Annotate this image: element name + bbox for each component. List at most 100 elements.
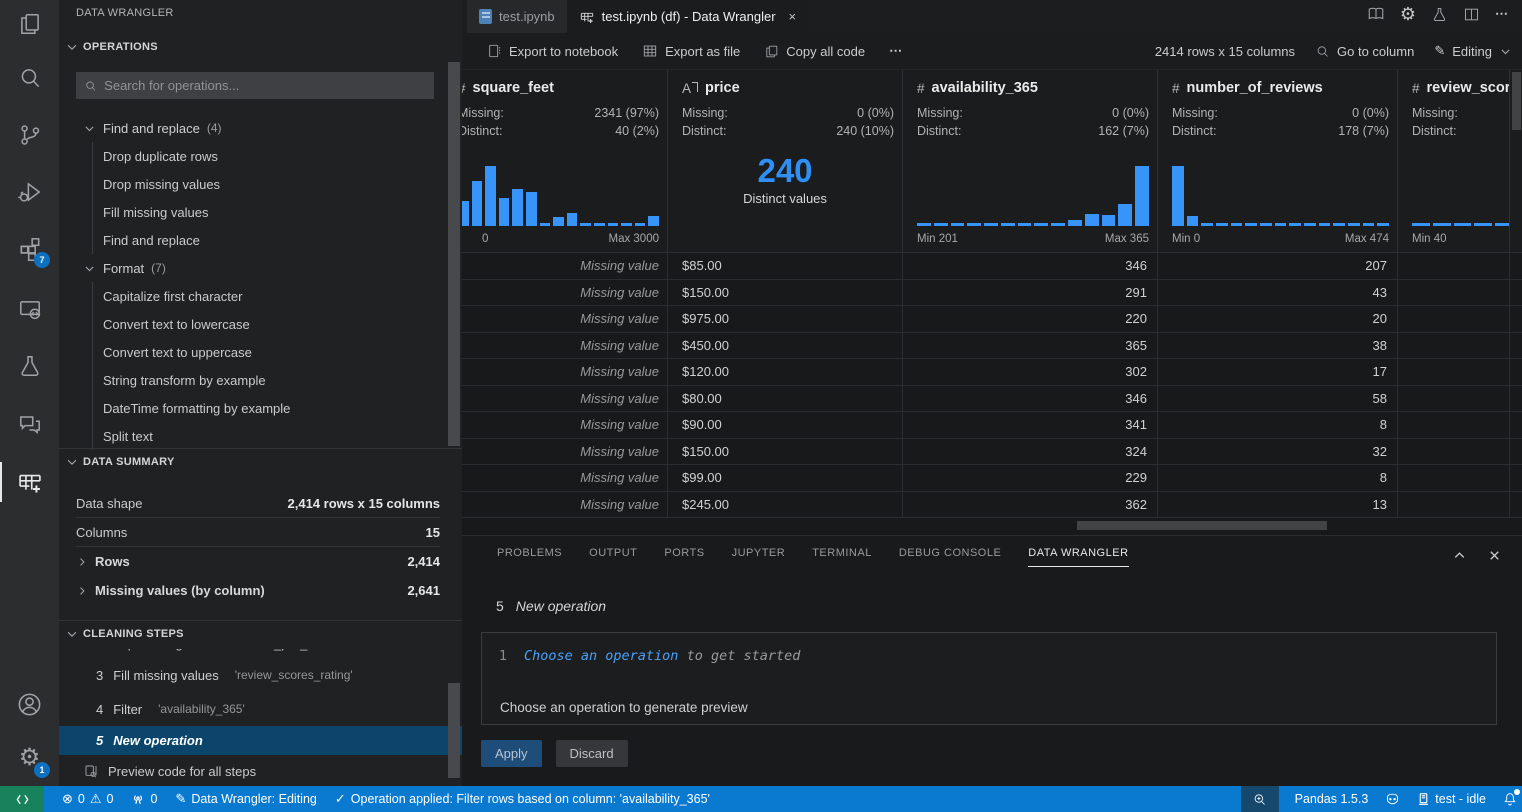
accounts-icon[interactable] — [0, 680, 59, 728]
op-item[interactable]: Drop duplicate rows — [93, 142, 462, 170]
data-wrangler-mode[interactable]: ✎ Data Wrangler: Editing — [175, 791, 316, 807]
toolbar-more-icon[interactable]: ⋯ — [889, 43, 904, 59]
export-to-notebook-button[interactable]: Export to notebook — [486, 43, 618, 59]
op-item[interactable]: String transform by example — [93, 366, 462, 394]
cleaning-step-5-new-operation[interactable]: 5 New operation — [59, 726, 462, 755]
pandas-version[interactable]: Pandas 1.5.3 — [1295, 792, 1369, 806]
tab-ports[interactable]: PORTS — [664, 547, 704, 567]
cell[interactable]: 13 — [1158, 492, 1398, 519]
more-actions-icon[interactable]: ⋯ — [1495, 6, 1510, 22]
cell[interactable] — [1398, 412, 1510, 439]
cell[interactable]: 220 — [903, 306, 1158, 333]
cell[interactable]: $85.00 — [668, 253, 903, 280]
cell[interactable]: $90.00 — [668, 412, 903, 439]
cell[interactable]: Missing value — [462, 492, 668, 519]
preview-code-button[interactable]: Preview code for all steps — [59, 755, 462, 787]
cell[interactable]: $245.00 — [668, 492, 903, 519]
sidebar-scrollbar[interactable] — [448, 62, 460, 446]
tab-output[interactable]: OUTPUT — [589, 547, 637, 567]
operation-status-message[interactable]: ✓ Operation applied: Filter rows based o… — [335, 791, 710, 807]
cell[interactable]: 207 — [1158, 253, 1398, 280]
op-item[interactable]: DateTime formatting by example — [93, 394, 462, 422]
close-tab-icon[interactable]: × — [789, 9, 797, 24]
column-header-price[interactable]: A price Missing:0 (0%) Distinct:240 (10%… — [668, 70, 903, 252]
cleaning-step-3[interactable]: 3 Fill missing values 'review_scores_rat… — [59, 658, 462, 692]
export-as-file-button[interactable]: Export as file — [642, 43, 740, 59]
cell[interactable]: 362 — [903, 492, 1158, 519]
cell[interactable]: Missing value — [462, 439, 668, 466]
run-debug-icon[interactable] — [0, 168, 59, 216]
op-item[interactable]: Find and replace — [93, 226, 462, 254]
op-group-format[interactable]: Format (7) — [59, 254, 462, 282]
data-summary-header[interactable]: DATA SUMMARY — [65, 455, 468, 469]
summary-row-rows[interactable]: Rows 2,414 — [76, 547, 440, 576]
cell[interactable]: 346 — [903, 386, 1158, 413]
cell[interactable]: 341 — [903, 412, 1158, 439]
column-header-square-feet[interactable]: # square_feet Missing:2341 (97%) Distinc… — [462, 70, 668, 252]
cell[interactable]: Missing value — [462, 386, 668, 413]
op-item[interactable]: Convert text to lowercase — [93, 310, 462, 338]
cell[interactable]: Missing value — [462, 412, 668, 439]
search-icon[interactable] — [0, 54, 59, 102]
cell[interactable] — [1398, 333, 1510, 360]
cell[interactable] — [1398, 386, 1510, 413]
cell[interactable]: Missing value — [462, 280, 668, 307]
cell[interactable]: Missing value — [462, 306, 668, 333]
cell[interactable]: Missing value — [462, 465, 668, 492]
cell[interactable]: 32 — [1158, 439, 1398, 466]
column-header-review-scores[interactable]: # review_scor Missing: Distinct: Min 40 — [1398, 70, 1510, 252]
tab-problems[interactable]: PROBLEMS — [497, 547, 562, 567]
extensions-icon[interactable]: 7 — [0, 224, 59, 272]
op-item[interactable]: Fill missing values — [93, 198, 462, 226]
problems-indicator[interactable]: ⊗ 0 ⚠ 0 — [62, 791, 113, 807]
cell[interactable]: 43 — [1158, 280, 1398, 307]
cell[interactable] — [1398, 306, 1510, 333]
chevron-up-icon[interactable] — [1452, 548, 1467, 563]
op-item[interactable]: Capitalize first character — [93, 282, 462, 310]
apply-button[interactable]: Apply — [481, 740, 542, 767]
horizontal-scrollbar[interactable] — [1077, 521, 1327, 530]
cell[interactable]: 365 — [903, 333, 1158, 360]
gear-icon[interactable]: ⚙ — [1400, 5, 1416, 23]
cleaning-steps-header[interactable]: CLEANING STEPS — [65, 627, 468, 641]
cell[interactable]: 324 — [903, 439, 1158, 466]
cell[interactable] — [1398, 280, 1510, 307]
cell[interactable]: Missing value — [462, 333, 668, 360]
cell[interactable]: 38 — [1158, 333, 1398, 360]
cell[interactable]: Missing value — [462, 253, 668, 280]
cell[interactable] — [1398, 465, 1510, 492]
cell[interactable] — [1398, 359, 1510, 386]
cell[interactable]: $975.00 — [668, 306, 903, 333]
cleaning-step-4[interactable]: 4 Filter 'availability_365' — [59, 692, 462, 726]
go-to-column-button[interactable]: Go to column — [1315, 44, 1414, 59]
explorer-icon[interactable] — [0, 0, 59, 48]
cell[interactable] — [1398, 439, 1510, 466]
source-control-icon[interactable] — [0, 111, 59, 159]
settings-gear-icon[interactable]: ⚙ 1 — [0, 734, 59, 782]
remote-explorer-icon[interactable] — [0, 286, 59, 334]
operation-code-editor[interactable]: 1 Choose an operation to get started Cho… — [481, 632, 1497, 725]
testing-icon[interactable] — [0, 342, 59, 390]
tab-data-wrangler[interactable]: test.ipynb (df) - Data Wrangler × — [567, 0, 808, 33]
beaker-icon[interactable] — [1431, 6, 1448, 23]
split-editor-icon[interactable] — [1463, 6, 1480, 23]
op-group-find-replace[interactable]: Find and replace (4) — [59, 114, 462, 142]
tab-terminal[interactable]: TERMINAL — [812, 547, 872, 567]
op-item[interactable]: Convert text to uppercase — [93, 338, 462, 366]
discard-button[interactable]: Discard — [556, 740, 628, 767]
data-wrangler-icon[interactable] — [0, 458, 59, 506]
open-book-icon[interactable] — [1367, 5, 1385, 23]
notifications-bell-icon[interactable] — [1502, 791, 1518, 807]
comments-icon[interactable] — [0, 400, 59, 448]
operations-search-input[interactable] — [104, 78, 426, 93]
cell[interactable]: 8 — [1158, 412, 1398, 439]
cell[interactable]: 20 — [1158, 306, 1398, 333]
summary-row-missing-values[interactable]: Missing values (by column) 2,641 — [76, 576, 440, 605]
cell[interactable]: 58 — [1158, 386, 1398, 413]
cell[interactable] — [1398, 492, 1510, 519]
operations-section-header[interactable]: OPERATIONS — [65, 40, 158, 54]
cell[interactable]: 229 — [903, 465, 1158, 492]
editing-mode-toggle[interactable]: ✎ Editing — [1434, 43, 1512, 59]
tab-test-ipynb[interactable]: test.ipynb — [467, 0, 567, 33]
cleaning-step-partial[interactable]: 2 Drop missing values 'reviews_per_month… — [59, 649, 462, 658]
